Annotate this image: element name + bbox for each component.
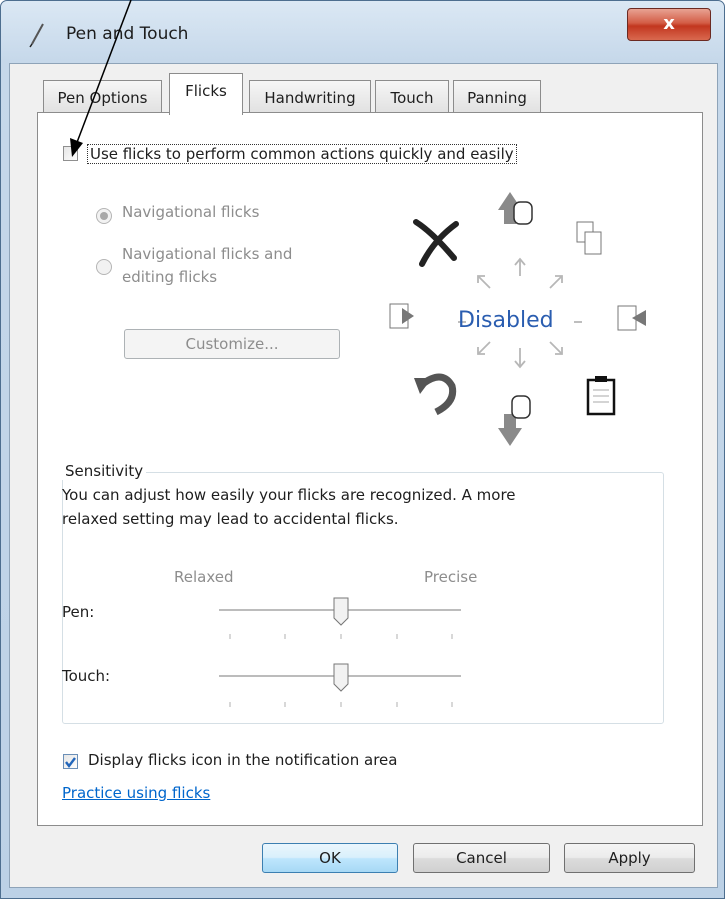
navigational-editing-label-line1: Navigational flicks and	[122, 245, 293, 263]
display-flicks-icon-checkbox[interactable]	[63, 754, 78, 769]
tab-flicks[interactable]: Flicks	[169, 73, 243, 115]
use-flicks-label: Use flicks to perform common actions qui…	[87, 144, 517, 164]
sensitivity-description-line1: You can adjust how easily your flicks ar…	[62, 486, 516, 504]
pen-slider-thumb	[333, 597, 349, 626]
hand-down-icon	[498, 395, 531, 446]
pen-sensitivity-label: Pen:	[62, 603, 95, 621]
tab-panning[interactable]: Panning	[453, 80, 541, 113]
navigational-flicks-label: Navigational flicks	[122, 203, 260, 221]
sensitivity-label: Sensitivity	[62, 462, 147, 480]
copy-icon	[576, 221, 602, 255]
touch-slider-ticks	[229, 702, 453, 707]
relaxed-label: Relaxed	[174, 568, 234, 586]
hand-up-icon	[498, 192, 533, 225]
annotation-arrow-icon	[70, 0, 132, 157]
touch-slider-thumb	[333, 663, 349, 692]
display-flicks-icon-label: Display flicks icon in the notification …	[88, 751, 398, 769]
navigational-flicks-radio[interactable]	[96, 208, 112, 224]
apply-button[interactable]: Apply	[564, 843, 695, 873]
tab-touch[interactable]: Touch	[375, 80, 449, 113]
forward-icon	[617, 305, 646, 331]
tab-handwriting[interactable]: Handwriting	[249, 80, 371, 113]
close-icon: x	[663, 13, 675, 34]
touch-sensitivity-slider[interactable]	[215, 658, 465, 708]
cancel-button[interactable]: Cancel	[413, 843, 550, 873]
practice-flicks-link[interactable]: Practice using flicks	[62, 784, 210, 802]
back-icon	[389, 303, 414, 329]
pen-sensitivity-slider[interactable]	[215, 594, 465, 644]
touch-sensitivity-label: Touch:	[62, 667, 111, 685]
navigational-editing-flicks-radio[interactable]	[96, 259, 112, 275]
sensitivity-description-line2: relaxed setting may lead to accidental f…	[62, 510, 399, 528]
pen-slider-ticks	[229, 634, 453, 639]
customize-button[interactable]: Customize...	[124, 329, 340, 359]
checkmark-icon	[65, 757, 76, 768]
close-button[interactable]: x	[627, 8, 711, 41]
pen-icon	[29, 23, 44, 48]
ok-button[interactable]: OK	[262, 843, 398, 873]
flicks-status-text: Disabled	[458, 308, 554, 333]
paste-icon	[586, 376, 616, 416]
navigational-editing-label-line2: editing flicks	[122, 268, 218, 286]
delete-icon	[413, 219, 459, 267]
precise-label: Precise	[424, 568, 478, 586]
